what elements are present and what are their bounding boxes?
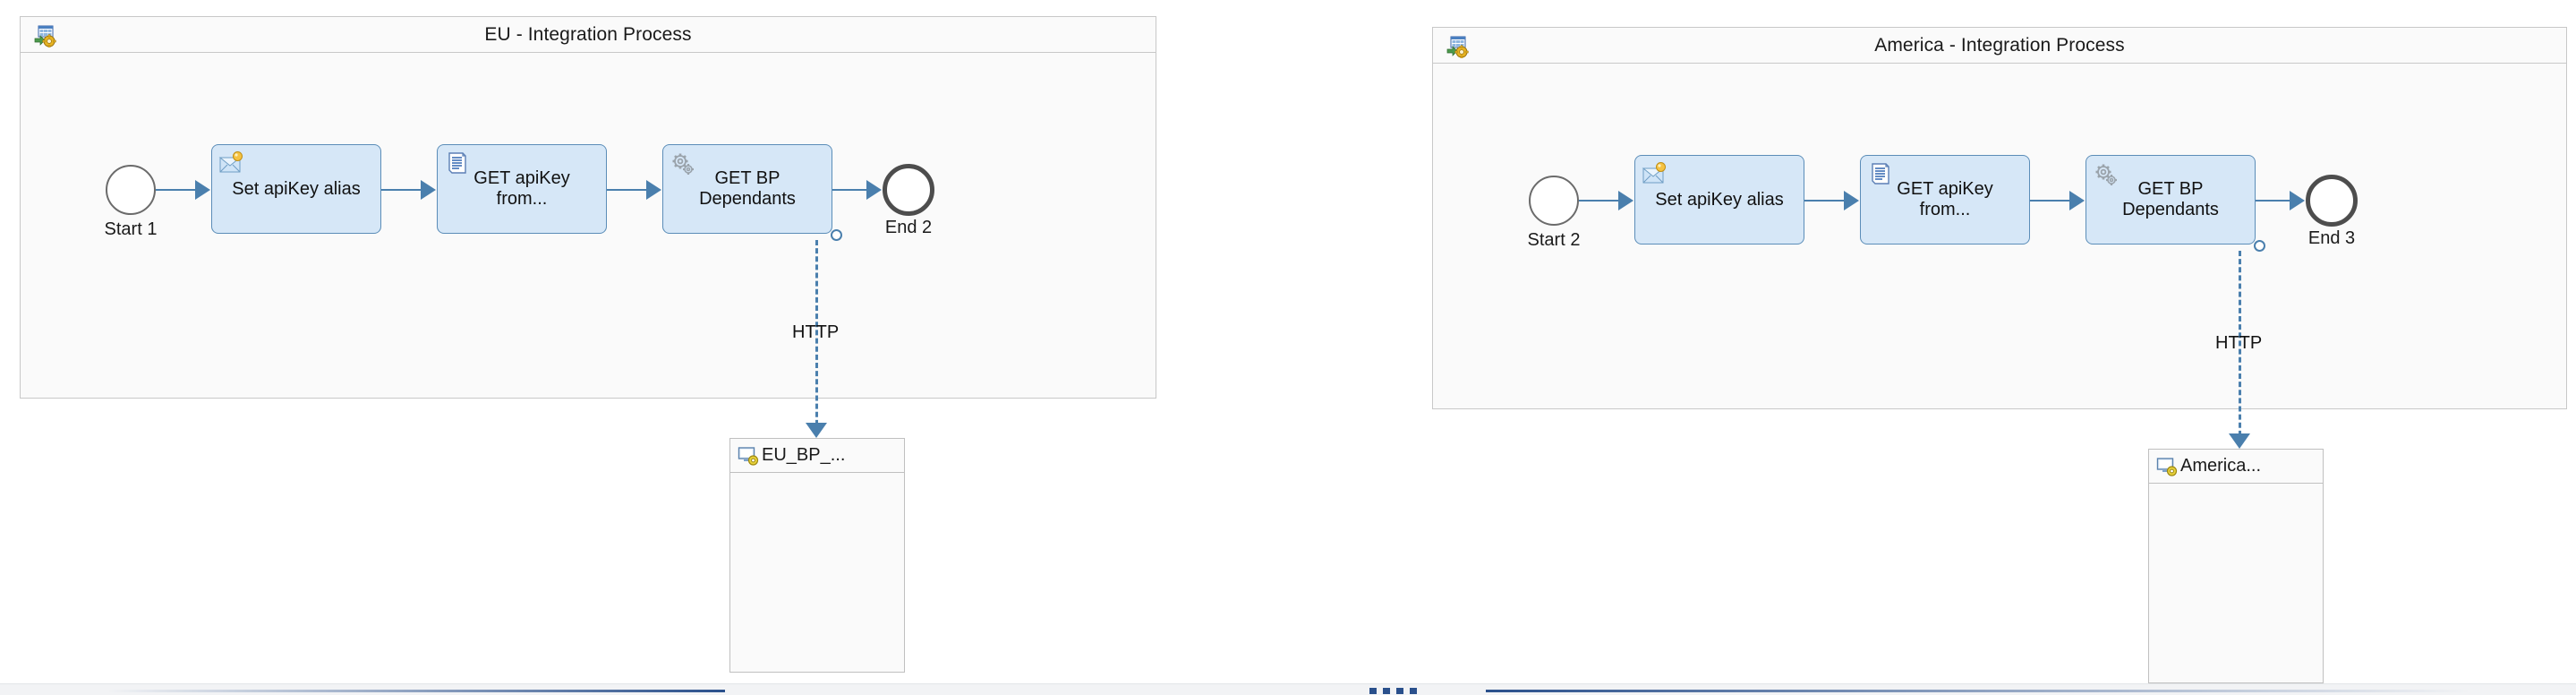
pool-title-eu: EU - Integration Process bbox=[484, 23, 692, 45]
pool-body-america: Start 2 Set apiKey alias GET apiKey from… bbox=[1433, 64, 2566, 408]
participant-eu-bp[interactable]: EU_BP_... bbox=[729, 438, 905, 673]
pool-america-integration-process[interactable]: America - Integration Process Start 2 Se… bbox=[1432, 27, 2567, 409]
splitter-grip-dot bbox=[1410, 688, 1417, 694]
task-get-apikey-from-america[interactable]: GET apiKey from... bbox=[1860, 155, 2030, 245]
process-call-icon bbox=[670, 150, 696, 177]
end-event-eu[interactable]: End 2 bbox=[883, 164, 934, 237]
participant-america[interactable]: America... bbox=[2148, 449, 2324, 683]
script-icon bbox=[1867, 161, 1894, 188]
splitter-rail-left bbox=[107, 690, 725, 692]
sequence-flow-arrow-1-eu bbox=[195, 180, 210, 200]
message-flow-arrow-eu bbox=[806, 423, 827, 438]
start-event-eu[interactable]: Start 1 bbox=[105, 165, 157, 239]
message-flow-arrow-america bbox=[2229, 433, 2250, 449]
end-event-america[interactable]: End 3 bbox=[2306, 175, 2358, 248]
task-set-apikey-alias-america[interactable]: Set apiKey alias bbox=[1634, 155, 1804, 245]
sequence-flow-arrow-4-eu bbox=[866, 180, 882, 200]
horizontal-splitter[interactable] bbox=[0, 683, 2576, 695]
sequence-flow-arrow-2-eu bbox=[421, 180, 436, 200]
participant-title-eu: EU_BP_... bbox=[762, 445, 846, 465]
receiver-system-icon bbox=[738, 445, 759, 467]
message-flow-label-http-eu: HTTP bbox=[792, 322, 840, 342]
sequence-flow-arrow-4-america bbox=[2290, 191, 2305, 210]
participant-body-eu bbox=[730, 473, 904, 672]
start-event-label-america: Start 2 bbox=[1527, 230, 1581, 250]
task-label-set-apikey-alias-america: Set apiKey alias bbox=[1655, 189, 1784, 210]
start-event-label-eu: Start 1 bbox=[104, 219, 158, 239]
task-get-bp-dependants-america[interactable]: GET BP Dependants bbox=[2086, 155, 2256, 245]
sequence-flow-arrow-3-america bbox=[2069, 191, 2085, 210]
task-label-get-bp-dependants-eu: GET BP Dependants bbox=[699, 168, 796, 209]
task-label-get-bp-dependants-america: GET BP Dependants bbox=[2122, 179, 2219, 219]
iflow-diagram-canvas[interactable]: EU - Integration Process Start 1 Set api… bbox=[0, 0, 2576, 695]
pool-title-america: America - Integration Process bbox=[1874, 34, 2125, 56]
task-set-apikey-alias-eu[interactable]: Set apiKey alias bbox=[211, 144, 381, 234]
sequence-flow-arrow-2-america bbox=[1844, 191, 1859, 210]
end-event-label-america: End 3 bbox=[2307, 228, 2356, 248]
sequence-flow-arrow-3-eu bbox=[646, 180, 661, 200]
message-flow-label-http-america: HTTP bbox=[2215, 333, 2263, 353]
splitter-grip-dot bbox=[1396, 688, 1403, 694]
participant-title-america: America... bbox=[2180, 456, 2262, 476]
sequence-flow-arrow-1-america bbox=[1618, 191, 1633, 210]
pool-header-eu: EU - Integration Process bbox=[21, 17, 1156, 53]
message-flow-origin-america bbox=[2254, 240, 2265, 252]
task-label-get-apikey-from-america: GET apiKey from... bbox=[1897, 179, 1993, 219]
splitter-grip-dot bbox=[1383, 688, 1390, 694]
task-get-apikey-from-eu[interactable]: GET apiKey from... bbox=[437, 144, 607, 234]
splitter-grip[interactable] bbox=[1369, 688, 1417, 694]
pool-body-eu: Start 1 Set apiKey alias GET apiKey from… bbox=[21, 53, 1156, 398]
receiver-system-icon bbox=[2156, 456, 2178, 477]
script-icon bbox=[444, 150, 471, 177]
task-get-bp-dependants-eu[interactable]: GET BP Dependants bbox=[662, 144, 832, 234]
task-label-set-apikey-alias-eu: Set apiKey alias bbox=[232, 178, 361, 199]
start-event-america[interactable]: Start 2 bbox=[1528, 176, 1580, 250]
pool-eu-integration-process[interactable]: EU - Integration Process Start 1 Set api… bbox=[20, 16, 1156, 399]
participant-header-eu: EU_BP_... bbox=[730, 439, 904, 473]
pool-header-america: America - Integration Process bbox=[1433, 28, 2566, 64]
splitter-grip-dot bbox=[1369, 688, 1377, 694]
message-flow-origin-eu bbox=[831, 229, 842, 241]
task-label-get-apikey-from-eu: GET apiKey from... bbox=[473, 168, 570, 209]
participant-body-america bbox=[2149, 484, 2323, 682]
splitter-rail-right bbox=[1486, 690, 2470, 692]
process-call-icon bbox=[2093, 161, 2120, 188]
participant-header-america: America... bbox=[2149, 450, 2323, 484]
content-modifier-icon bbox=[218, 150, 245, 177]
end-event-label-eu: End 2 bbox=[884, 218, 933, 237]
content-modifier-icon bbox=[1642, 161, 1668, 188]
